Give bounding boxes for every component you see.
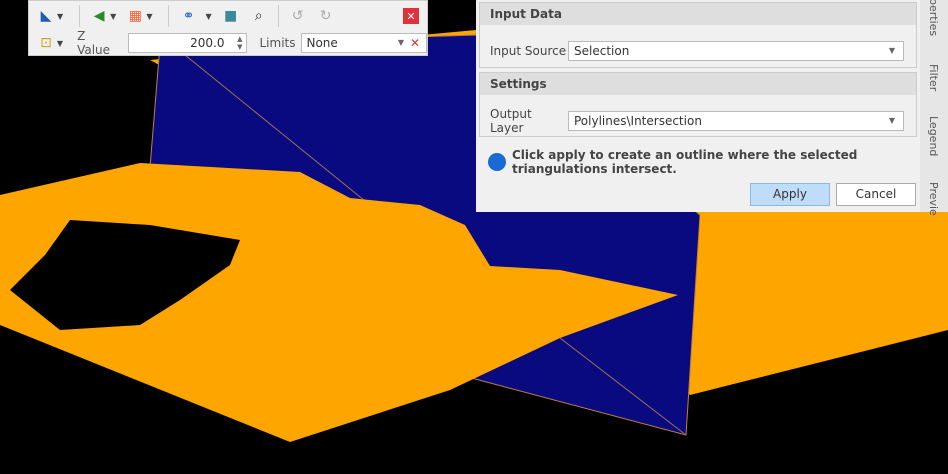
chevron-down-icon[interactable]: ▼ (398, 34, 404, 52)
clear-icon[interactable]: ✕ (410, 34, 420, 52)
tab-properties[interactable]: perties (927, 0, 940, 36)
apply-button[interactable]: Apply (750, 183, 830, 206)
input-source-label: Input Source (490, 44, 567, 58)
redo-icon[interactable]: ↻ (315, 5, 337, 27)
cancel-button[interactable]: Cancel (836, 183, 916, 206)
tab-legend[interactable]: Legend (927, 116, 940, 156)
tab-preview[interactable]: Previe (927, 182, 940, 216)
settings-group: Settings Output Layer Polylines\Intersec… (479, 72, 917, 137)
limits-select[interactable]: None ▼ ✕ (301, 33, 427, 53)
divider (79, 5, 81, 27)
info-icon (488, 153, 506, 171)
chevron-down-icon[interactable]: ▼ (146, 12, 152, 21)
chevron-down-icon[interactable]: ▼ (57, 39, 63, 48)
input-data-heading: Input Data (480, 3, 916, 25)
z-value-input[interactable]: 200.0 ▲ ▼ (127, 33, 248, 53)
close-icon[interactable]: ✕ (403, 8, 419, 24)
settings-heading: Settings (480, 73, 916, 95)
chevron-down-icon[interactable]: ▼ (57, 12, 63, 21)
tab-filter[interactable]: Filter (927, 64, 940, 91)
output-layer-label: Output Layer (490, 107, 532, 135)
binoculars-refresh-icon[interactable]: ⚭ (177, 5, 199, 27)
intersection-panel: Input Data Input Source Selection ▼ Setti… (476, 0, 920, 212)
chevron-down-icon[interactable]: ▼ (889, 112, 895, 130)
chevron-down-icon[interactable]: ▼ (889, 42, 895, 60)
grid-select-icon[interactable]: ▦ (124, 5, 146, 27)
zoom-selection-icon[interactable]: ⌕ (248, 5, 270, 27)
z-value-label: Z Value (77, 29, 111, 57)
chevron-down-icon[interactable]: ▼ (205, 12, 211, 21)
info-text: Click apply to create an outline where t… (512, 148, 858, 176)
output-layer-value: Polylines\Intersection (574, 114, 702, 128)
side-tab-bar: perties Filter Legend Previe (920, 0, 948, 216)
input-data-group: Input Data Input Source Selection ▼ (479, 2, 917, 68)
divider (277, 5, 279, 27)
divider (168, 5, 170, 27)
input-source-value: Selection (574, 44, 630, 58)
eye-icon[interactable]: ◀ (88, 5, 110, 27)
limits-value: None (306, 36, 338, 50)
z-value-text: 200.0 (190, 36, 225, 50)
input-source-select[interactable]: Selection ▼ (568, 41, 904, 61)
output-layer-select[interactable]: Polylines\Intersection ▼ (568, 111, 904, 131)
info-message: Click apply to create an outline where t… (488, 148, 908, 176)
box-binoculars-icon[interactable]: ■ (220, 5, 242, 27)
bounding-box-icon[interactable]: ⊡ (35, 32, 57, 54)
chevron-down-icon[interactable]: ▼ (110, 12, 116, 21)
undo-icon[interactable]: ↺ (287, 5, 309, 27)
measure-icon[interactable]: ◣ (35, 5, 57, 27)
toolbar: ◣ ▼ ◀ ▼ ▦ ▼ ⚭ ▼ ■ ⌕ ↺ ↻ ✕ ⊡ ▼ Z Value 200.0 ▲ ▼… (28, 0, 428, 57)
spinner-icon[interactable]: ▲ ▼ (237, 35, 242, 51)
limits-label: Limits (259, 36, 296, 50)
